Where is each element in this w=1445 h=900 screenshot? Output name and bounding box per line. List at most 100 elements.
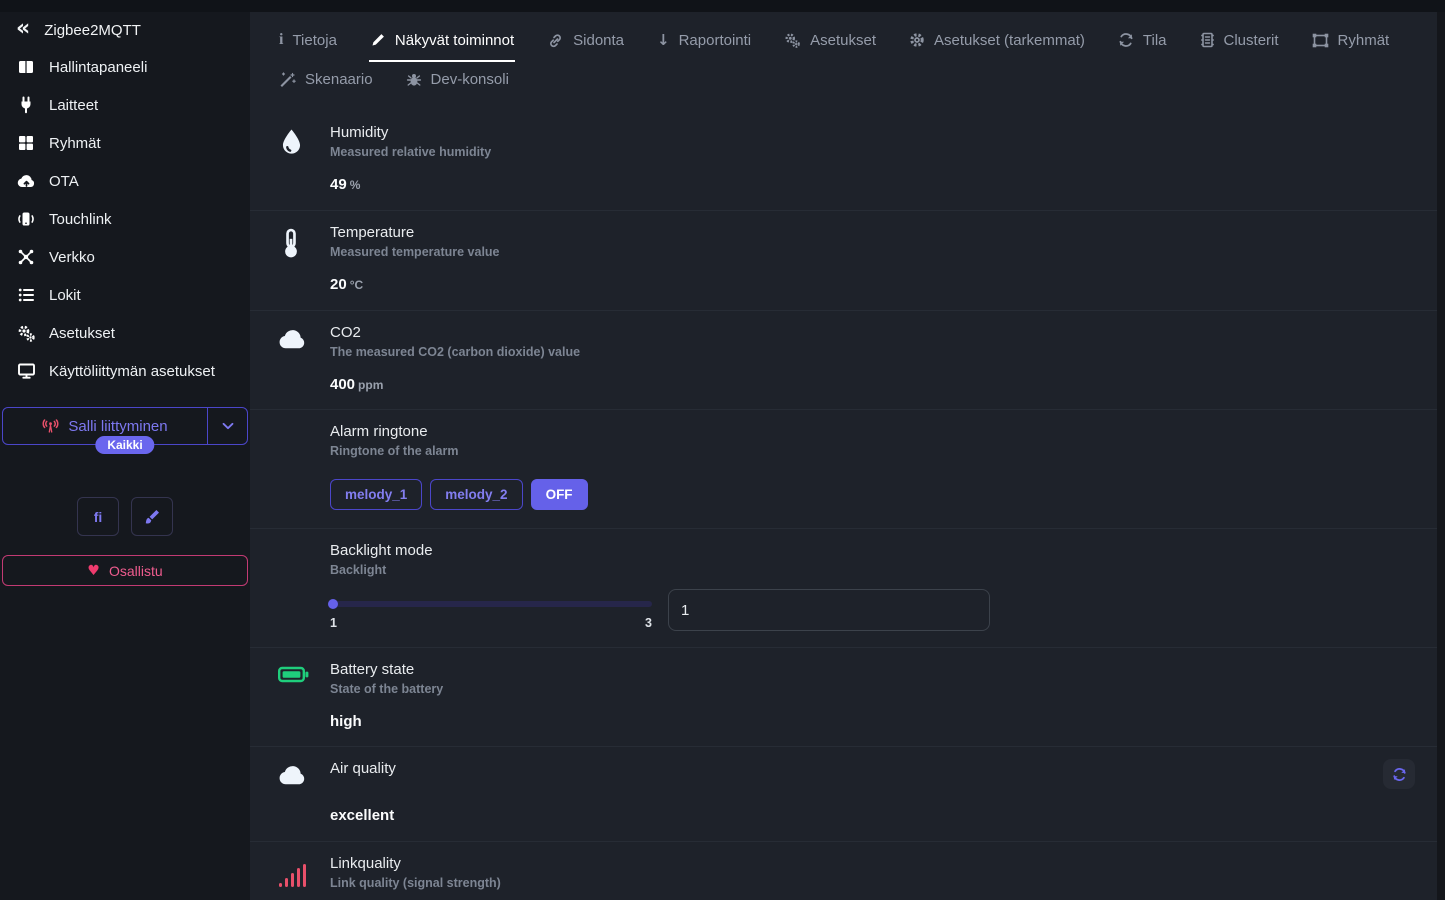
expose-value: 400: [330, 376, 355, 393]
tab-label: Skenaario: [305, 71, 373, 88]
sidebar-item-label: OTA: [49, 173, 79, 190]
sidebar-item-dashboard[interactable]: Hallintapaneeli: [0, 48, 250, 86]
thermometer-icon: [283, 228, 330, 259]
donate-label: Osallistu: [109, 563, 163, 579]
sidebar-collapse-button[interactable]: « Zigbee2MQTT: [0, 12, 250, 48]
tab-label: Ryhmät: [1338, 32, 1390, 49]
tab-label: Clusterit: [1224, 32, 1279, 49]
theme-button[interactable]: [131, 497, 173, 536]
tab-state[interactable]: Tila: [1117, 22, 1168, 62]
expose-value: 20: [330, 276, 347, 293]
backlight-value-input[interactable]: [668, 589, 990, 631]
expose-title: Battery state: [330, 661, 1417, 678]
sidebar-item-label: Hallintapaneeli: [49, 59, 147, 76]
sync-icon: [1118, 32, 1134, 48]
expose-unit: ppm: [358, 378, 383, 392]
expose-title: CO2: [330, 324, 1417, 341]
tab-label: Tietoja: [292, 32, 336, 49]
tab-settings[interactable]: Asetukset: [783, 22, 877, 62]
signal-bars-icon: [278, 863, 330, 889]
droplet-icon: [278, 128, 330, 158]
tab-reporting[interactable]: ↓ Raportointi: [656, 22, 752, 62]
backlight-slider[interactable]: [330, 601, 652, 607]
tab-info[interactable]: i Tietoja: [278, 22, 338, 62]
gear-icon: [909, 32, 925, 48]
tab-dev-console[interactable]: Dev-konsoli: [405, 62, 510, 101]
expose-row-battery-state: Battery state State of the battery high: [250, 648, 1445, 747]
sidebar-item-touchlink[interactable]: Touchlink: [0, 200, 250, 238]
sidebar-item-groups[interactable]: Ryhmät: [0, 124, 250, 162]
tab-exposes[interactable]: Näkyvät toiminnot: [369, 22, 515, 62]
expose-description: Measured temperature value: [330, 245, 1417, 259]
object-group-icon: [1312, 33, 1329, 48]
gears-icon: [784, 32, 801, 49]
permit-join-dropdown-button[interactable]: [207, 408, 247, 444]
scrollbar[interactable]: [1437, 12, 1445, 900]
tab-label: Näkyvät toiminnot: [395, 32, 514, 49]
expose-unit: %: [350, 178, 361, 192]
sidebar-item-settings[interactable]: Asetukset: [0, 314, 250, 352]
tab-scene[interactable]: Skenaario: [278, 62, 374, 101]
expose-value: excellent: [330, 807, 394, 824]
sidebar-item-network[interactable]: Verkko: [0, 238, 250, 276]
slider-max-label: 3: [645, 616, 652, 630]
cloud-icon: [278, 764, 330, 786]
broadcast-tower-icon: [42, 419, 59, 433]
heart-icon: ♥: [87, 563, 100, 579]
expose-description: Ringtone of the alarm: [330, 444, 1417, 458]
device-tabs: i Tietoja Näkyvät toiminnot Sidonta ↓ Ra…: [250, 12, 1445, 101]
chevron-down-icon: [222, 422, 234, 430]
tab-clusters[interactable]: Clusterit: [1199, 22, 1280, 62]
cloud-icon: [278, 328, 330, 350]
tab-label: Dev-konsoli: [431, 71, 509, 88]
donate-button[interactable]: ♥ Osallistu: [2, 555, 248, 586]
grid-icon: [16, 134, 36, 152]
language-button[interactable]: fi: [77, 497, 119, 536]
info-icon: i: [279, 31, 283, 49]
tab-settings-specific[interactable]: Asetukset (tarkemmat): [908, 22, 1086, 62]
sidebar-item-ui-settings[interactable]: Käyttöliittymän asetukset: [0, 352, 250, 390]
expose-title: Backlight mode: [330, 542, 1417, 559]
window-top-edge: [0, 0, 1445, 12]
tab-groups[interactable]: Ryhmät: [1311, 22, 1391, 62]
expose-description: The measured CO2 (carbon dioxide) value: [330, 345, 1417, 359]
alarm-ringtone-option-off[interactable]: OFF: [531, 479, 588, 510]
slider-min-label: 1: [330, 616, 337, 630]
expose-title: Air quality: [330, 760, 1417, 777]
expose-description: Link quality (signal strength): [330, 876, 1417, 890]
pencil-icon: [370, 32, 386, 48]
sidebar-item-label: Laitteet: [49, 97, 98, 114]
expose-row-humidity: Humidity Measured relative humidity 49%: [250, 111, 1445, 211]
desktop-icon: [16, 362, 36, 380]
sidebar-item-label: Lokit: [49, 287, 81, 304]
alarm-ringtone-option-melody2[interactable]: melody_2: [430, 479, 522, 510]
battery-full-icon: [278, 665, 330, 684]
expose-row-linkquality: Linkquality Link quality (signal strengt…: [250, 842, 1445, 900]
expose-description: Measured relative humidity: [330, 145, 1417, 159]
magic-wand-icon: [279, 72, 296, 88]
exposes-list: Humidity Measured relative humidity 49% …: [250, 111, 1445, 900]
permit-join-label: Salli liittyminen: [68, 418, 167, 435]
alarm-ringtone-option-melody1[interactable]: melody_1: [330, 479, 422, 510]
tab-label: Asetukset (tarkemmat): [934, 32, 1085, 49]
tab-label: Asetukset: [810, 32, 876, 49]
clusters-icon: [1200, 32, 1215, 48]
sidebar-item-ota[interactable]: OTA: [0, 162, 250, 200]
tab-bind[interactable]: Sidonta: [546, 22, 625, 62]
expose-title: Humidity: [330, 124, 1417, 141]
mobile-vibrate-icon: [16, 210, 36, 228]
expose-row-temperature: Temperature Measured temperature value 2…: [250, 211, 1445, 311]
cloud-upload-icon: [16, 173, 36, 189]
sidebar-item-label: Ryhmät: [49, 135, 101, 152]
list-icon: [16, 286, 36, 304]
expose-title: Alarm ringtone: [330, 423, 1417, 440]
sidebar-item-label: Verkko: [49, 249, 95, 266]
backlight-slider-thumb[interactable]: [328, 599, 338, 609]
device-page: i Tietoja Näkyvät toiminnot Sidonta ↓ Ra…: [250, 0, 1445, 900]
refresh-button[interactable]: [1383, 759, 1415, 789]
sidebar-item-logs[interactable]: Lokit: [0, 276, 250, 314]
expose-value: high: [330, 713, 362, 730]
expose-row-alarm-ringtone: Alarm ringtone Ringtone of the alarm mel…: [250, 410, 1445, 529]
sidebar: « Zigbee2MQTT Hallintapaneeli Laitteet R…: [0, 0, 250, 900]
sidebar-item-devices[interactable]: Laitteet: [0, 86, 250, 124]
